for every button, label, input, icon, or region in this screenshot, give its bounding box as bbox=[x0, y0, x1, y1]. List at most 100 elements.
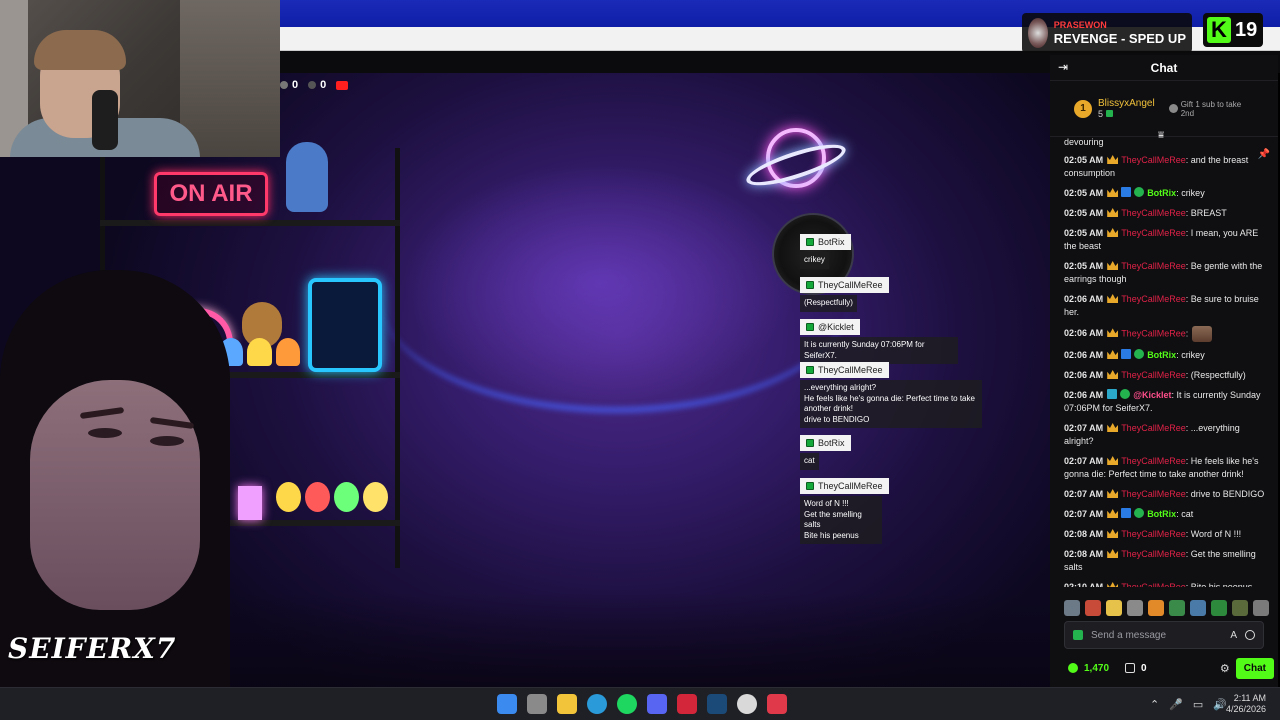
gift-leaderboard[interactable]: 1 BlissyxAngel 5 Gift 1 sub to take 2nd … bbox=[1050, 81, 1278, 141]
overlay-username: TheyCallMeRee bbox=[818, 280, 883, 290]
chat-message: 02:08 AM TheyCallMeRee: Word of N !!! bbox=[1064, 528, 1268, 541]
message-username[interactable]: TheyCallMeRee bbox=[1121, 294, 1186, 304]
message-username[interactable]: TheyCallMeRee bbox=[1121, 328, 1186, 338]
counter-value: 0 bbox=[320, 79, 327, 91]
emote-icon[interactable] bbox=[1106, 600, 1122, 616]
chat-message: 02:06 AM TheyCallMeRee: (Respectfully) bbox=[1064, 369, 1268, 382]
crown-badge-icon bbox=[1107, 328, 1119, 338]
message-username[interactable]: TheyCallMeRee bbox=[1121, 155, 1186, 165]
system-tray: ⌃ 🎤 ▭ 🔊 bbox=[1150, 698, 1227, 711]
store-icon[interactable] bbox=[1125, 663, 1136, 673]
red-square-app-icon[interactable] bbox=[767, 694, 787, 714]
message-username[interactable]: BotRix bbox=[1147, 350, 1176, 360]
emote-icon[interactable] bbox=[1190, 600, 1206, 616]
gift-prompt[interactable]: Gift 1 sub to take 2nd bbox=[1168, 99, 1249, 118]
overlay-username: TheyCallMeRee bbox=[818, 365, 883, 375]
crown-badge-icon bbox=[1107, 370, 1119, 379]
overlay-message-text: ...everything alright? He feels like he'… bbox=[800, 380, 982, 428]
chat-header: ⇥ Chat bbox=[1050, 55, 1278, 81]
emote-icon[interactable] bbox=[1232, 600, 1248, 616]
chat-message: 02:06 AM @Kicklet: It is currently Sunday… bbox=[1064, 389, 1268, 415]
chat-message: 02:05 AM TheyCallMeRee: Be gentle with th… bbox=[1064, 260, 1268, 286]
emote-picker-icon[interactable] bbox=[1073, 630, 1083, 640]
emote-icon[interactable] bbox=[1169, 600, 1185, 616]
figurine-blue bbox=[286, 142, 328, 212]
emote-icon[interactable] bbox=[1127, 600, 1143, 616]
overlay-chat-message: BotRix crikey bbox=[800, 234, 851, 269]
message-username[interactable]: BotRix bbox=[1147, 188, 1176, 198]
speaker-icon[interactable]: 🔊 bbox=[1213, 698, 1227, 711]
overlay-line: drive to BENDIGO bbox=[804, 414, 870, 424]
on-air-sign: ON AIR bbox=[154, 172, 268, 216]
gift-prompt-text: Gift 1 sub to take 2nd bbox=[1180, 99, 1242, 118]
emote-icon[interactable] bbox=[1085, 600, 1101, 616]
streamer-watermark: SEIFERX7 bbox=[8, 632, 177, 665]
message-username[interactable]: TheyCallMeRee bbox=[1121, 489, 1186, 499]
points-icon bbox=[1068, 663, 1078, 673]
windows-start-icon[interactable] bbox=[497, 694, 517, 714]
send-chat-button[interactable]: Chat bbox=[1235, 657, 1274, 679]
message-username[interactable]: @Kicklet bbox=[1133, 390, 1171, 400]
folder-icon[interactable] bbox=[557, 694, 577, 714]
microphone-icon[interactable]: 🎤 bbox=[1169, 698, 1183, 711]
overlay-username-tag: TheyCallMeRee bbox=[800, 478, 889, 494]
webcam-hair bbox=[34, 30, 126, 70]
message-time: 02:06 AM bbox=[1064, 390, 1104, 400]
crown-badge-icon bbox=[1107, 208, 1119, 217]
message-username[interactable]: TheyCallMeRee bbox=[1121, 208, 1186, 218]
message-username[interactable]: TheyCallMeRee bbox=[1121, 228, 1186, 238]
message-time: 02:07 AM bbox=[1064, 456, 1104, 466]
chat-input[interactable]: Send a message A bbox=[1064, 621, 1264, 649]
crown-badge-icon bbox=[1107, 549, 1119, 558]
chat-panel: ⇥ Chat 1 BlissyxAngel 5 Gift 1 sub to ta… bbox=[1050, 55, 1278, 687]
taskbar-clock[interactable]: 2:11 AM 4/26/2026 bbox=[1226, 693, 1266, 715]
screen: { "stream": { "watermark": "SEIFERX7", "… bbox=[0, 0, 1280, 720]
message-text: : cat bbox=[1176, 509, 1194, 519]
emote-icon[interactable] bbox=[1253, 600, 1269, 616]
message-time: 02:06 AM bbox=[1064, 350, 1104, 360]
gear-icon[interactable]: ⚙ bbox=[1220, 662, 1230, 675]
overlay-message-text: cat bbox=[800, 453, 819, 470]
message-username[interactable]: TheyCallMeRee bbox=[1121, 423, 1186, 433]
edge-icon[interactable] bbox=[587, 694, 607, 714]
chevron-up-icon[interactable]: ⌃ bbox=[1150, 698, 1159, 711]
smiley-icon[interactable] bbox=[1245, 630, 1255, 640]
steam-icon[interactable] bbox=[707, 694, 727, 714]
chat-message: 02:05 AM TheyCallMeRee: BREAST bbox=[1064, 207, 1268, 220]
crown-badge-icon bbox=[1107, 456, 1119, 465]
message-username[interactable]: TheyCallMeRee bbox=[1121, 549, 1186, 559]
message-username[interactable]: TheyCallMeRee bbox=[1121, 529, 1186, 539]
display-icon[interactable]: ▭ bbox=[1193, 698, 1203, 711]
message-text: : crikey bbox=[1176, 350, 1205, 360]
emote-icon[interactable] bbox=[1064, 600, 1080, 616]
translate-icon[interactable]: A bbox=[1230, 630, 1237, 641]
viewer-count-widget: K 19 bbox=[1203, 13, 1263, 47]
emote-icon[interactable] bbox=[1148, 600, 1164, 616]
message-time: 02:07 AM bbox=[1064, 509, 1104, 519]
overlay-chat-message: @Kicklet It is currently Sunday 07:06PM … bbox=[800, 319, 958, 364]
emote-bar[interactable] bbox=[1064, 600, 1274, 618]
emote-icon[interactable] bbox=[1211, 600, 1227, 616]
message-username[interactable]: TheyCallMeRee bbox=[1121, 261, 1186, 271]
chat-input-placeholder[interactable]: Send a message bbox=[1091, 630, 1222, 641]
red-app-icon[interactable] bbox=[677, 694, 697, 714]
message-username[interactable]: TheyCallMeRee bbox=[1121, 582, 1186, 587]
mini-fridge bbox=[308, 278, 382, 372]
chrome-icon[interactable] bbox=[737, 694, 757, 714]
channel-points[interactable]: 1,470 bbox=[1084, 663, 1109, 674]
discord-icon[interactable] bbox=[647, 694, 667, 714]
spotify-icon[interactable] bbox=[617, 694, 637, 714]
pink-lamp bbox=[238, 486, 262, 520]
file-explorer-icon[interactable] bbox=[527, 694, 547, 714]
message-username[interactable]: TheyCallMeRee bbox=[1121, 456, 1186, 466]
message-time: 02:05 AM bbox=[1064, 228, 1104, 238]
overlay-line: Word of N !!! bbox=[804, 499, 849, 508]
collapse-chat-icon[interactable]: ⇥ bbox=[1058, 61, 1070, 73]
overlay-username-tag: TheyCallMeRee bbox=[800, 362, 889, 378]
message-username[interactable]: TheyCallMeRee bbox=[1121, 370, 1186, 380]
overlay-line: Bite his peenus bbox=[804, 530, 859, 540]
overlay-message-text: (Respectfully) bbox=[800, 295, 857, 312]
overlay-message-text: crikey bbox=[800, 252, 829, 269]
message-username[interactable]: BotRix bbox=[1147, 509, 1176, 519]
overlay-username: BotRix bbox=[818, 237, 845, 247]
